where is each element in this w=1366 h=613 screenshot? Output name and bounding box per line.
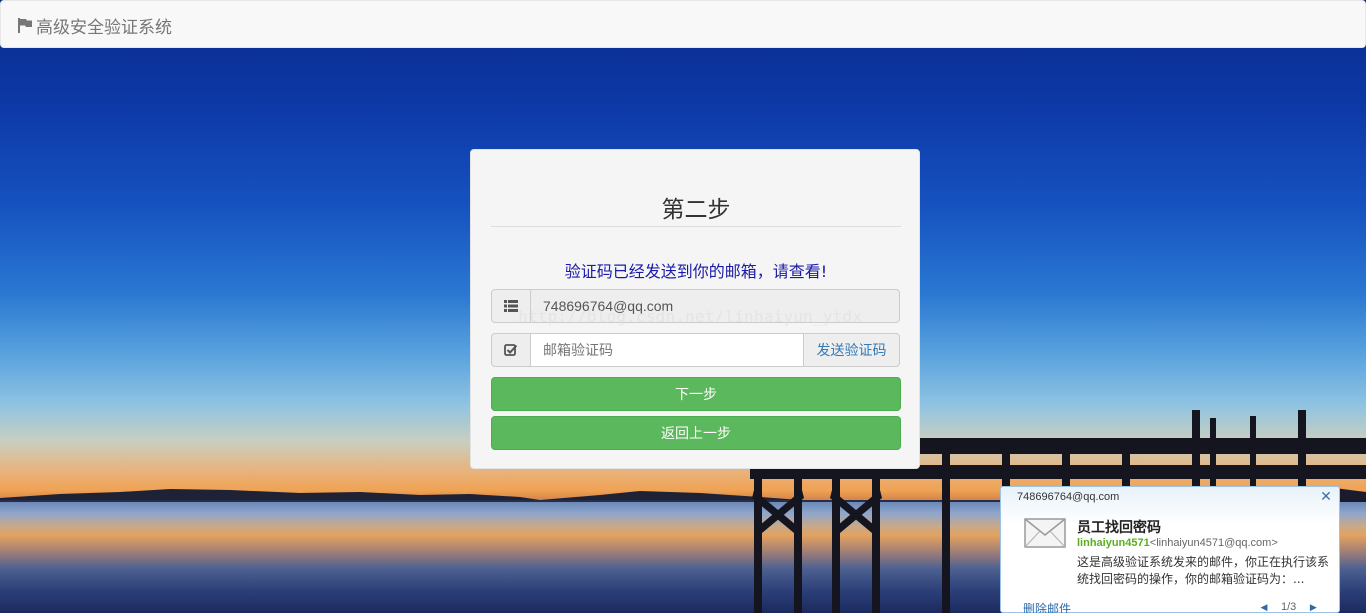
sender-address: <linhaiyun4571@qq.com> xyxy=(1149,537,1278,549)
watermark-text: http://blog.csdn.net/linhaiyun_ytdx xyxy=(518,307,863,326)
mail-notification-popup[interactable]: 748696764@qq.com ✕ 员工找回密码 linhaiyun4571<… xyxy=(1000,486,1340,613)
code-addon xyxy=(491,333,531,367)
email-code-input[interactable] xyxy=(531,333,804,367)
step-title: 第二步 xyxy=(661,197,731,223)
list-icon xyxy=(504,300,518,312)
sent-message: 验证码已经发送到你的邮箱，请查看! xyxy=(564,262,828,281)
next-arrow-icon[interactable]: ▶ xyxy=(1308,602,1318,612)
checkbox-icon xyxy=(504,344,518,356)
top-navbar: 高级安全验证系统 xyxy=(0,0,1366,48)
send-code-button[interactable]: 发送验证码 xyxy=(804,333,900,367)
brand-link[interactable]: 高级安全验证系统 xyxy=(17,13,172,38)
flag-icon xyxy=(18,18,32,33)
mail-pager: ◀ 1/3 ▶ xyxy=(1259,601,1318,613)
mail-sender: linhaiyun4571<linhaiyun4571@qq.com> xyxy=(1077,537,1278,549)
brand-title: 高级安全验证系统 xyxy=(36,18,172,38)
popup-account: 748696764@qq.com xyxy=(1017,491,1120,503)
title-divider xyxy=(491,226,901,227)
envelope-icon xyxy=(1024,518,1066,548)
mail-preview: 这是高级验证系统发来的邮件，你正在执行该系统找回密码的操作，你的邮箱验证码为：.… xyxy=(1077,555,1330,586)
prev-arrow-icon[interactable]: ◀ xyxy=(1259,602,1269,612)
mail-subject: 员工找回密码 xyxy=(1077,520,1161,536)
back-step-button[interactable]: 返回上一步 xyxy=(491,416,901,450)
sender-name: linhaiyun4571 xyxy=(1077,537,1150,549)
next-step-button[interactable]: 下一步 xyxy=(491,377,901,411)
delete-mail-link[interactable]: 删除邮件 xyxy=(1023,600,1071,613)
close-icon[interactable]: ✕ xyxy=(1319,490,1333,504)
page-indicator: 1/3 xyxy=(1281,601,1297,613)
code-input-group: 发送验证码 xyxy=(491,333,900,367)
